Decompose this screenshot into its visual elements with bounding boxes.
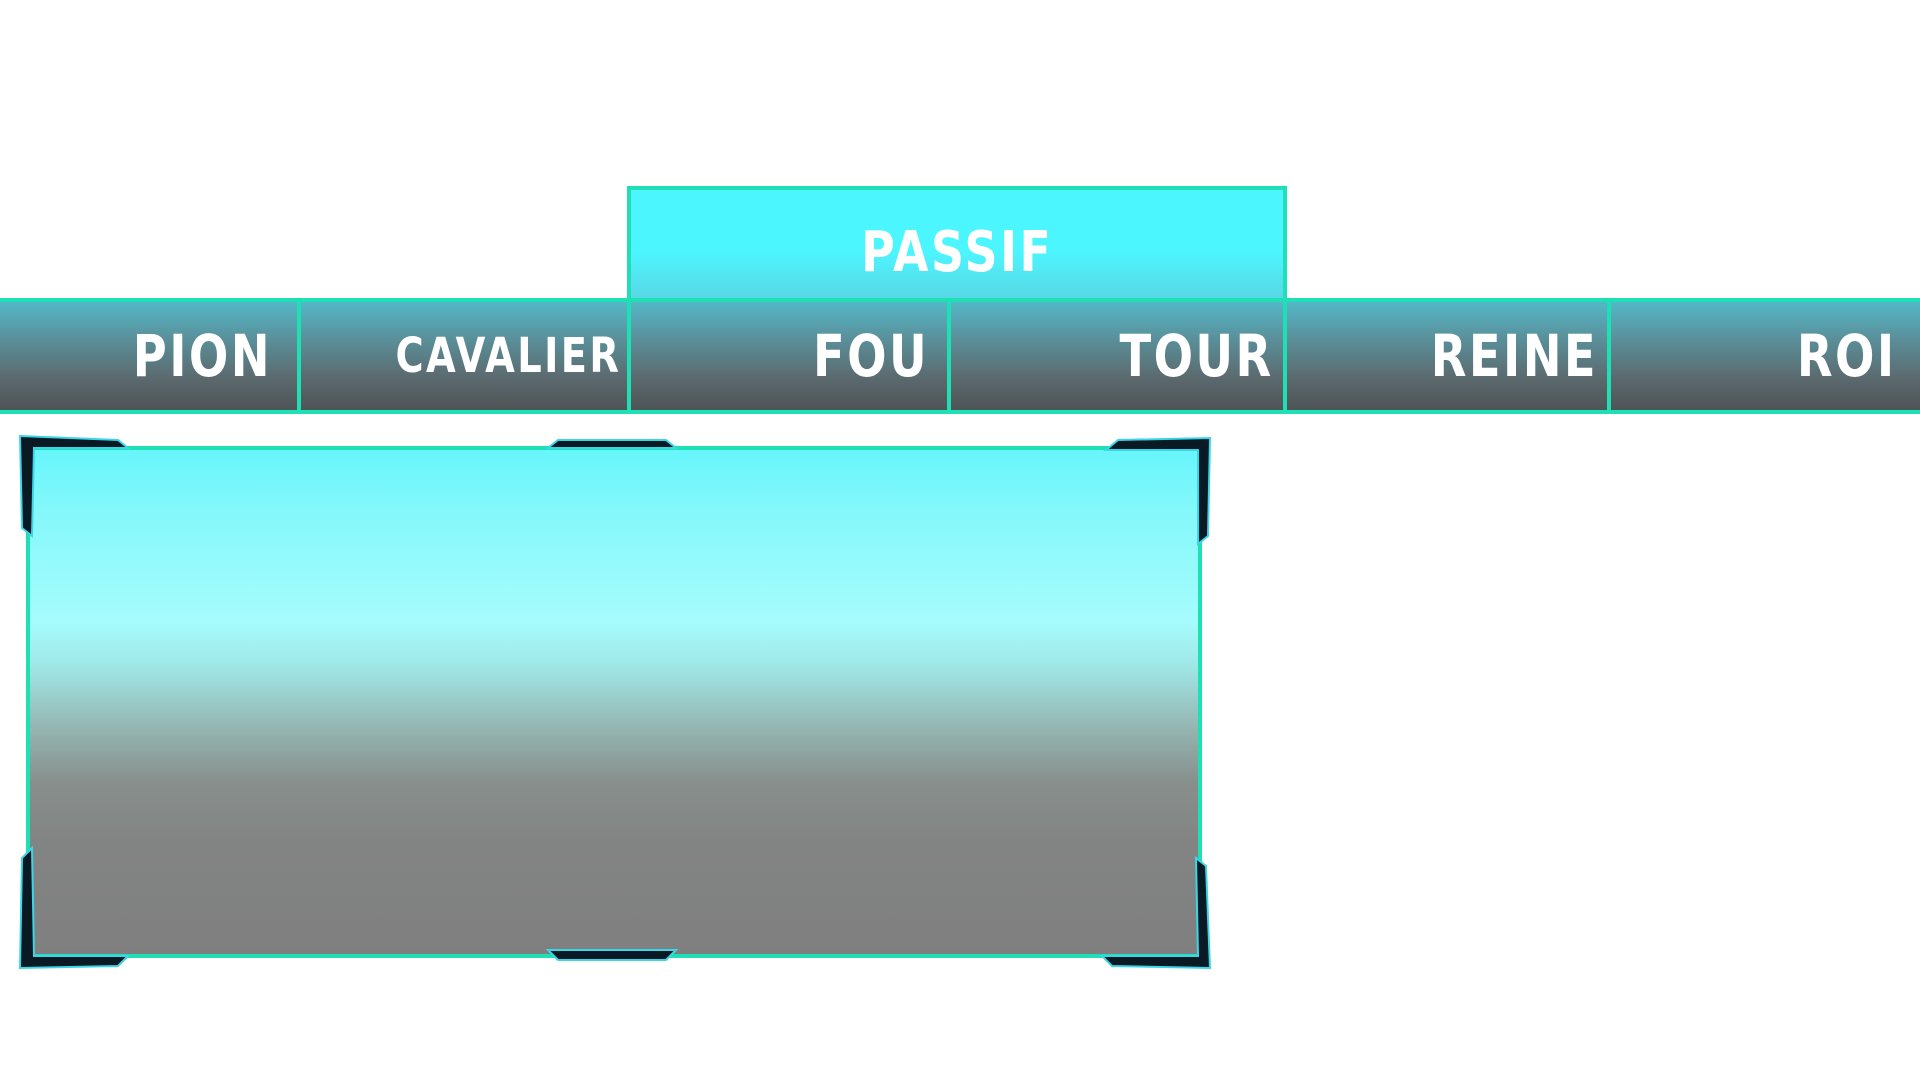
tab-passif[interactable]: PASSIF — [627, 186, 1287, 300]
corner-bracket-top-right — [1103, 436, 1212, 547]
tab-roi-label: ROI — [1797, 322, 1897, 390]
center-notch-top — [545, 439, 679, 449]
tab-reine-label: REINE — [1430, 322, 1598, 390]
tab-tour[interactable]: TOUR — [951, 302, 1274, 410]
tab-roi[interactable]: ROI — [1611, 302, 1897, 410]
panel-frame-brackets — [18, 434, 1212, 970]
corner-bracket-top-left — [18, 434, 131, 539]
tab-tour-label: TOUR — [1119, 322, 1274, 390]
corner-bracket-bottom-right — [1099, 855, 1212, 970]
tab-fou-label: FOU — [812, 322, 929, 390]
content-panel — [18, 434, 1212, 970]
tab-passif-label: PASSIF — [860, 219, 1054, 285]
center-notch-bottom — [545, 949, 679, 961]
tab-cavalier[interactable]: CAVALIER — [301, 302, 621, 410]
corner-bracket-bottom-left — [18, 845, 131, 970]
piece-category-bar: PION CAVALIER FOU TOUR REINE ROI — [0, 298, 1920, 414]
tab-pion[interactable]: PION — [0, 302, 272, 410]
tab-pion-label: PION — [132, 322, 272, 390]
game-menu-screen: PASSIF PION CAVALIER FOU TOUR REINE ROI — [0, 0, 1920, 1080]
tab-reine[interactable]: REINE — [1287, 302, 1598, 410]
tab-fou[interactable]: FOU — [631, 302, 929, 410]
tab-cavalier-label: CAVALIER — [395, 328, 621, 384]
